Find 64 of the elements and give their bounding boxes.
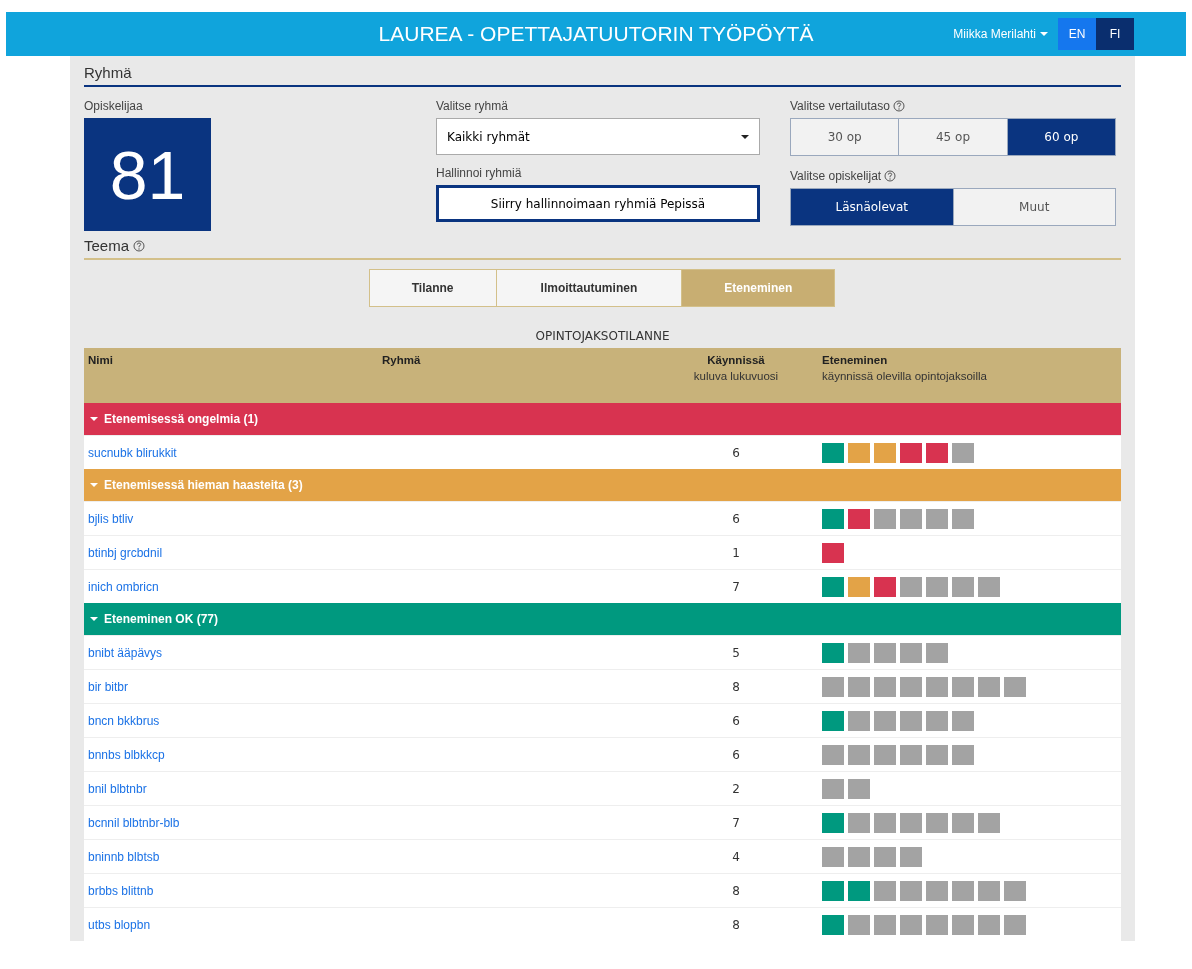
student-name-link[interactable]: utbs blopbn <box>88 917 151 932</box>
course-count: 1 <box>732 545 740 560</box>
section-title: Ryhmä <box>84 64 132 81</box>
student-name-link[interactable]: bjlis btliv <box>88 511 134 526</box>
group-select[interactable]: Kaikki ryhmät <box>436 118 760 155</box>
level-option[interactable]: 60 op <box>1006 119 1115 155</box>
course-count: 4 <box>732 849 740 864</box>
column-header: Käynnissä <box>707 354 765 366</box>
field-label: Valitse ryhmä <box>436 99 509 113</box>
help-icon[interactable] <box>884 170 897 182</box>
table-title: OPINTOJAKSOTILANNE <box>534 329 671 343</box>
language-button[interactable]: FI <box>1096 18 1134 50</box>
course-count: 8 <box>732 883 740 898</box>
caret-icon <box>90 416 98 422</box>
caret-icon <box>90 616 98 622</box>
group-header[interactable]: Etenemisessä ongelmia (1) <box>84 403 1121 435</box>
student-name-link[interactable]: bir bitbr <box>88 679 128 694</box>
student-name-link[interactable]: bcnnil blbtnbr-blb <box>88 815 180 830</box>
group-header[interactable]: Eteneminen OK (77) <box>84 603 1121 635</box>
student-name-link[interactable]: brbbs blittnb <box>88 883 154 898</box>
column-header: Nimi <box>88 354 113 366</box>
students-label: Opiskelijaa <box>84 99 144 113</box>
course-count: 7 <box>732 815 740 830</box>
student-name-link[interactable]: inich ombricn <box>88 579 159 594</box>
student-name-link[interactable]: bnibt ääpävys <box>88 645 163 660</box>
caret-icon <box>90 482 98 488</box>
field-label: Valitse opiskelijat <box>790 169 882 183</box>
course-count: 6 <box>732 445 740 460</box>
section-title: Teema <box>84 237 130 254</box>
caret-icon <box>741 133 749 140</box>
column-header: Ryhmä <box>382 354 421 366</box>
theme-tab[interactable]: Tilanne <box>368 269 497 307</box>
level-option[interactable]: 30 op <box>791 119 899 155</box>
course-count: 7 <box>732 579 740 594</box>
course-count: 8 <box>732 679 740 694</box>
help-icon[interactable] <box>892 100 905 112</box>
student-name-link[interactable]: bnnbs blbkkcp <box>88 747 165 762</box>
app-title: LAUREA - OPETTAJATUUTORIN TYÖPÖYTÄ <box>378 22 814 46</box>
caret-icon <box>1040 31 1048 37</box>
theme-tab[interactable]: Ilmoittautuminen <box>495 269 683 307</box>
course-count: 8 <box>732 917 740 932</box>
column-subheader: käynnissä olevilla opintojaksoilla <box>822 370 987 382</box>
user-menu[interactable]: Miikka Merilahti <box>953 27 1048 41</box>
course-count: 6 <box>732 713 740 728</box>
students-count: 81 <box>84 118 211 231</box>
help-icon[interactable] <box>133 239 146 252</box>
manage-groups-button[interactable]: Siirry hallinnoimaan ryhmiä Pepissä <box>436 185 760 222</box>
course-count: 6 <box>732 511 740 526</box>
field-label: Valitse vertailutaso <box>790 99 890 113</box>
course-count: 5 <box>732 645 740 660</box>
column-subheader: kuluva lukuvuosi <box>693 370 779 382</box>
student-name-link[interactable]: sucnubk blirukkit <box>88 445 177 460</box>
student-name-link[interactable]: bninnb blbtsb <box>88 849 160 864</box>
field-label: Hallinnoi ryhmiä <box>436 166 523 180</box>
column-header: Eteneminen <box>822 354 888 366</box>
student-name-link[interactable]: btinbj grcbdnil <box>88 545 163 560</box>
course-count: 6 <box>732 747 740 762</box>
course-count: 2 <box>732 781 740 796</box>
student-name-link[interactable]: bnil blbtnbr <box>88 781 147 796</box>
student-name-link[interactable]: bncn bkkbrus <box>88 713 160 728</box>
students-option[interactable]: Läsnäolevat <box>791 189 953 225</box>
level-option[interactable]: 45 op <box>898 119 1007 155</box>
language-button[interactable]: EN <box>1058 18 1096 50</box>
students-option[interactable]: Muut <box>952 189 1115 225</box>
